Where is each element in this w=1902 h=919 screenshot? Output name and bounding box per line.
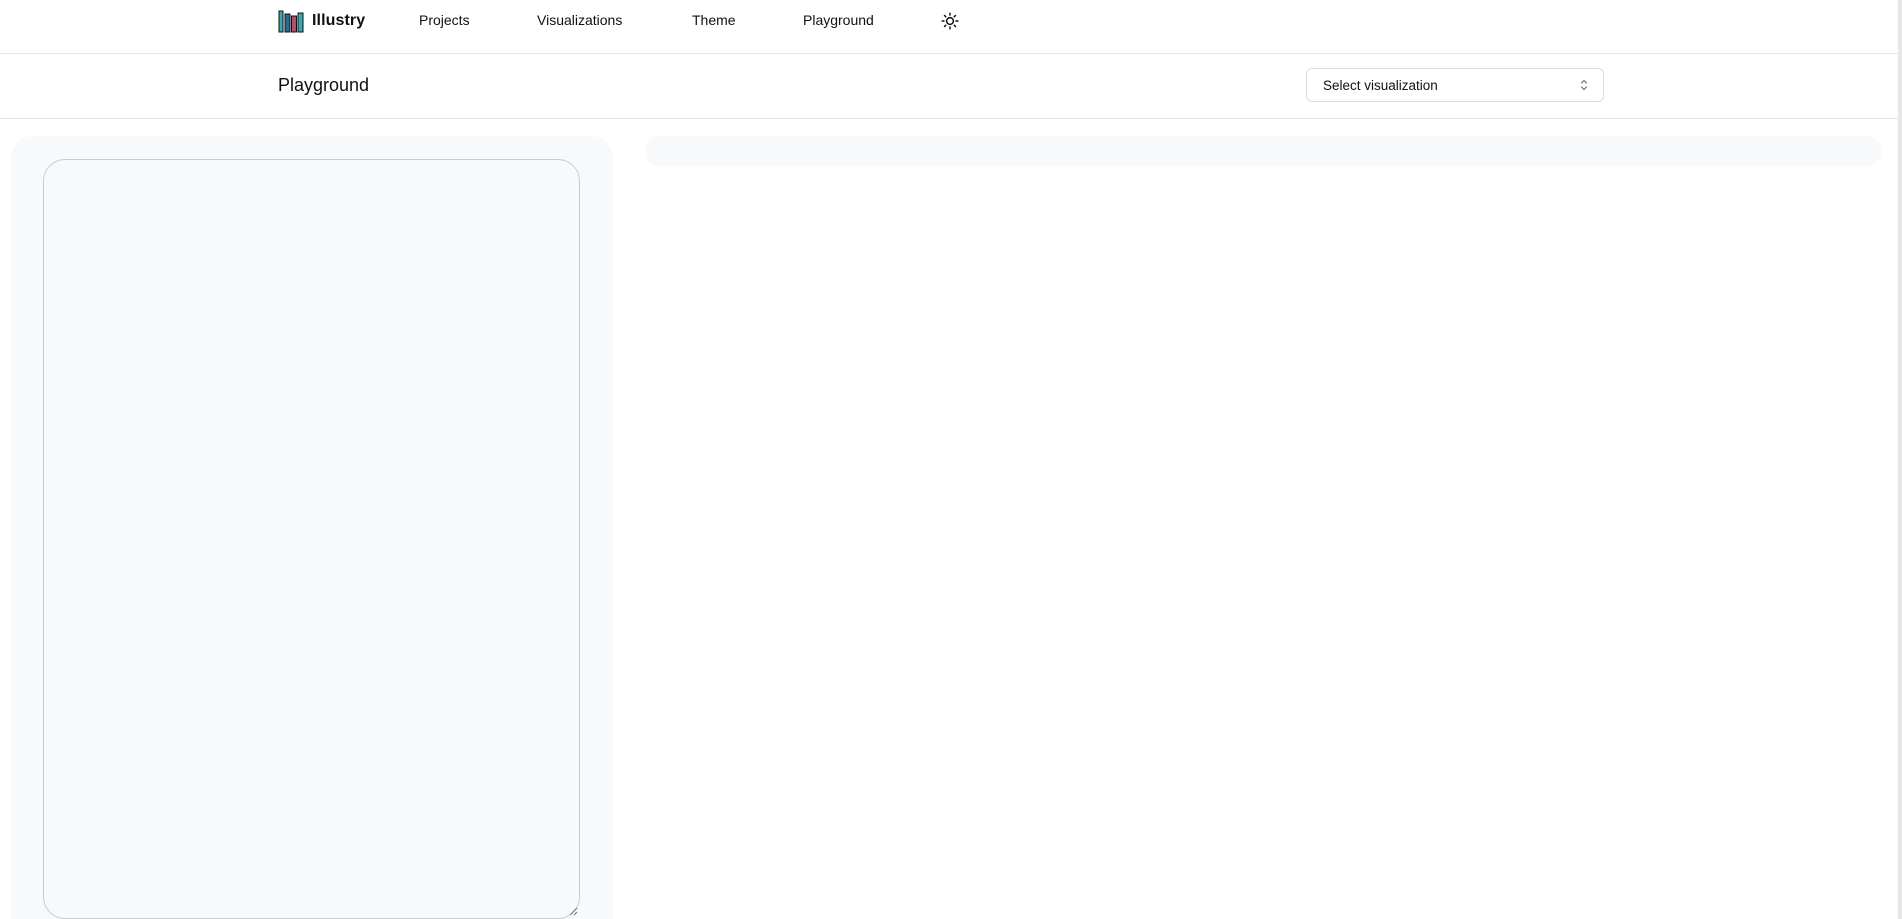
books-logo-icon <box>278 10 304 33</box>
page: Illustry Projects Visualizations Theme P… <box>0 0 1902 919</box>
page-title: Playground <box>278 75 370 95</box>
nav-theme[interactable]: Theme <box>692 12 736 28</box>
visualization-preview-bar <box>645 136 1882 166</box>
nav-projects[interactable]: Projects <box>419 12 470 28</box>
sun-icon <box>941 12 959 30</box>
page-header: Playground Select visualization <box>0 54 1898 119</box>
visualization-select[interactable]: Select visualization <box>1306 68 1604 102</box>
chevron-up-down-icon <box>1580 79 1588 91</box>
nav-playground[interactable]: Playground <box>803 12 874 28</box>
nav-visualizations[interactable]: Visualizations <box>537 12 622 28</box>
top-navbar: Illustry Projects Visualizations Theme P… <box>0 0 1898 54</box>
theme-toggle-button[interactable] <box>940 11 960 31</box>
brand-name: Illustry <box>312 12 366 29</box>
page-scrollbar[interactable] <box>1898 0 1902 919</box>
resize-handle-icon[interactable] <box>568 906 578 916</box>
visualization-select-value: Select visualization <box>1323 77 1438 93</box>
json-editor-textarea[interactable] <box>43 159 580 919</box>
brand-link[interactable]: Illustry <box>278 9 365 33</box>
